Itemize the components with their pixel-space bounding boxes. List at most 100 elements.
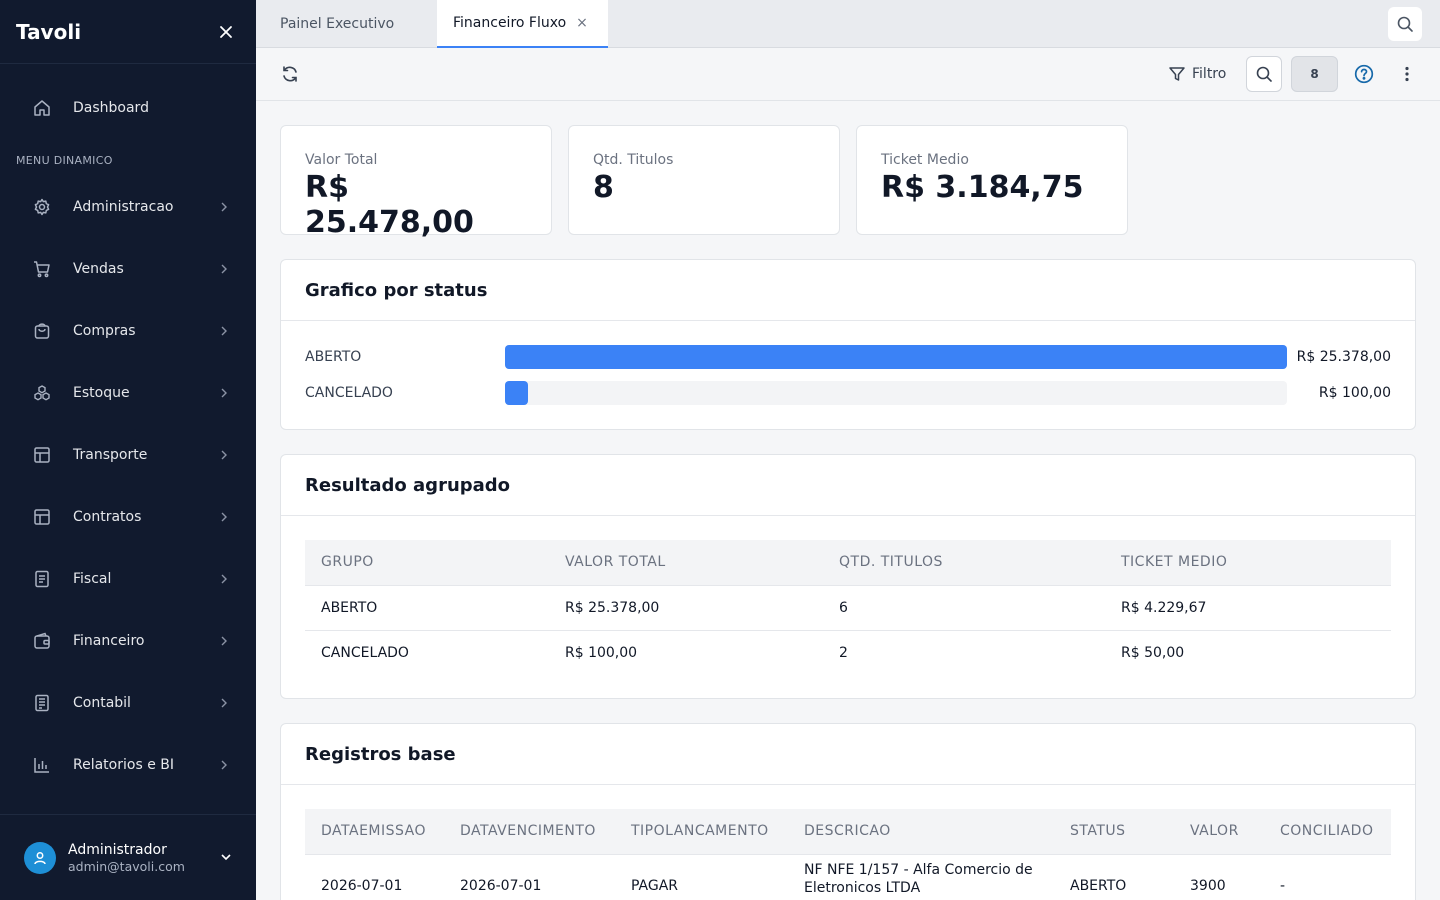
table-cell: R$ 25.378,00 xyxy=(549,585,823,631)
chevron-right-icon xyxy=(216,695,232,711)
grouped-result-panel: Resultado agrupado GRUPO VALOR TOTAL QTD… xyxy=(280,454,1416,699)
table-row[interactable]: ABERTO R$ 25.378,00 6 R$ 4.229,67 xyxy=(305,585,1391,631)
status-chart-panel: Grafico por status ABERTO R$ 25.378,00 C… xyxy=(280,259,1416,430)
column-header[interactable]: DESCRICAO xyxy=(788,809,1054,855)
kpi-card-valor-total: Valor Total R$ 25.478,00 xyxy=(280,125,552,240)
user-menu[interactable]: Administrador admin@tavoli.com xyxy=(0,814,256,900)
refresh-button[interactable] xyxy=(278,62,302,86)
sidebar-item-contabil[interactable]: Contabil xyxy=(0,672,256,734)
sidebar-section-title: MENU DINAMICO xyxy=(16,154,113,167)
filter-label: Filtro xyxy=(1192,66,1227,82)
sidebar: Tavoli Dashboard MENU DINAMICO Administr… xyxy=(0,0,256,900)
bar-fill xyxy=(505,345,1287,369)
sidebar-item-vendas[interactable]: Vendas xyxy=(0,238,256,300)
chevron-right-icon xyxy=(216,385,232,401)
sidebar-item-compras[interactable]: Compras xyxy=(0,300,256,362)
layout-icon xyxy=(32,445,52,465)
sidebar-menu: Administracao Vendas Compras Estoque Tra… xyxy=(0,176,256,796)
search-icon xyxy=(1256,66,1272,82)
table-header-row: DATAEMISSAO DATAVENCIMENTO TIPOLANCAMENT… xyxy=(305,809,1391,855)
close-sidebar-button[interactable] xyxy=(212,18,240,46)
kpi-label: Valor Total xyxy=(305,152,378,168)
tab-painel-executivo[interactable]: Painel Executivo xyxy=(280,0,394,48)
close-tab-button[interactable]: × xyxy=(576,15,588,31)
filter-button[interactable]: Filtro xyxy=(1168,62,1226,86)
kpi-value: R$ 3.184,75 xyxy=(881,170,1084,205)
sidebar-item-transporte[interactable]: Transporte xyxy=(0,424,256,486)
sidebar-item-label: Contratos xyxy=(73,509,142,525)
sidebar-item-label: Dashboard xyxy=(73,100,149,116)
user-name: Administrador xyxy=(68,841,167,858)
sidebar-item-label: Vendas xyxy=(73,261,124,277)
column-header[interactable]: TIPOLANCAMENTO xyxy=(615,809,788,855)
close-icon xyxy=(220,25,232,38)
user-icon xyxy=(34,851,46,864)
sidebar-item-relatorios-bi[interactable]: Relatorios e BI xyxy=(0,734,256,796)
table-cell: R$ 4.229,67 xyxy=(1105,585,1391,631)
chevron-right-icon xyxy=(216,509,232,525)
user-email: admin@tavoli.com xyxy=(68,858,185,874)
ledger-icon xyxy=(32,693,52,713)
sidebar-item-estoque[interactable]: Estoque xyxy=(0,362,256,424)
bar-fill xyxy=(505,381,528,405)
sidebar-item-administracao[interactable]: Administracao xyxy=(0,176,256,238)
sidebar-item-dashboard[interactable]: Dashboard xyxy=(0,86,256,130)
panel-title: Registros base xyxy=(281,724,1415,785)
boxes-icon xyxy=(32,383,52,403)
bag-icon xyxy=(32,321,52,341)
column-header[interactable]: DATAVENCIMENTO xyxy=(444,809,615,855)
bar-chart-icon xyxy=(32,755,52,775)
chevron-right-icon xyxy=(216,323,232,339)
table-row[interactable]: CANCELADO R$ 100,00 2 R$ 50,00 xyxy=(305,630,1391,675)
sidebar-item-financeiro[interactable]: Financeiro xyxy=(0,610,256,672)
home-icon xyxy=(32,98,52,118)
sidebar-item-fiscal[interactable]: Fiscal xyxy=(0,548,256,610)
sidebar-item-label: Fiscal xyxy=(73,571,112,587)
column-header[interactable]: VALOR TOTAL xyxy=(549,540,823,586)
table-cell: 2 xyxy=(839,644,848,661)
sidebar-item-label: Estoque xyxy=(73,385,130,401)
tab-bar: Painel Executivo Financeiro Fluxo × xyxy=(256,0,1440,48)
sidebar-item-label: Relatorios e BI xyxy=(73,757,174,773)
tab-label: Painel Executivo xyxy=(280,16,395,32)
gear-icon xyxy=(32,197,52,217)
tab-label: Financeiro Fluxo xyxy=(453,15,567,31)
panel-title: Grafico por status xyxy=(281,260,1415,321)
more-vertical-icon xyxy=(1405,66,1409,82)
wallet-icon xyxy=(32,631,52,651)
table-row[interactable]: 2026-07-01 2026-07-01 PAGAR NF NFE 1/157… xyxy=(305,854,1391,900)
global-search-button[interactable] xyxy=(1388,7,1422,41)
sidebar-item-contratos[interactable]: Contratos xyxy=(0,486,256,548)
status-chart: ABERTO R$ 25.378,00 CANCELADO R$ 100,00 xyxy=(281,321,1415,405)
column-header[interactable]: QTD. TITULOS xyxy=(823,540,1105,586)
chevron-right-icon xyxy=(216,447,232,463)
kpi-card-qtd-titulos: Qtd. Titulos 8 xyxy=(568,125,840,235)
filter-icon xyxy=(1168,65,1186,83)
table-cell: NF NFE 1/157 - Alfa Comercio de Eletroni… xyxy=(788,854,1054,900)
chevron-right-icon xyxy=(216,261,232,277)
help-icon xyxy=(1354,64,1374,84)
bar-value: R$ 25.378,00 xyxy=(1296,349,1391,365)
tab-financeiro-fluxo[interactable]: Financeiro Fluxo × xyxy=(437,0,608,48)
document-icon xyxy=(32,569,52,589)
table-cell: 3900 xyxy=(1174,854,1264,900)
base-records-panel: Registros base DATAEMISSAO DATAVENCIMENT… xyxy=(280,723,1416,900)
table-cell: 2026-07-01 xyxy=(305,854,444,900)
more-options-button[interactable] xyxy=(1397,62,1417,86)
record-count-badge[interactable]: 8 xyxy=(1291,56,1338,92)
chevron-right-icon xyxy=(216,571,232,587)
user-info: Administrador admin@tavoli.com xyxy=(68,842,220,874)
toolbar: Filtro 8 xyxy=(256,48,1440,101)
column-header[interactable]: VALOR xyxy=(1174,809,1264,855)
help-button[interactable] xyxy=(1352,62,1376,86)
column-header[interactable]: TICKET MEDIO xyxy=(1105,540,1391,586)
table-cell: PAGAR xyxy=(615,854,788,900)
column-header[interactable]: DATAEMISSAO xyxy=(305,809,444,855)
refresh-icon xyxy=(283,66,297,82)
column-header[interactable]: CONCILIADO xyxy=(1264,809,1391,855)
search-button[interactable] xyxy=(1246,56,1282,92)
column-header[interactable]: STATUS xyxy=(1054,809,1174,855)
column-header[interactable]: GRUPO xyxy=(305,540,549,586)
bar-label: CANCELADO xyxy=(305,385,393,401)
chevron-right-icon xyxy=(216,199,232,215)
